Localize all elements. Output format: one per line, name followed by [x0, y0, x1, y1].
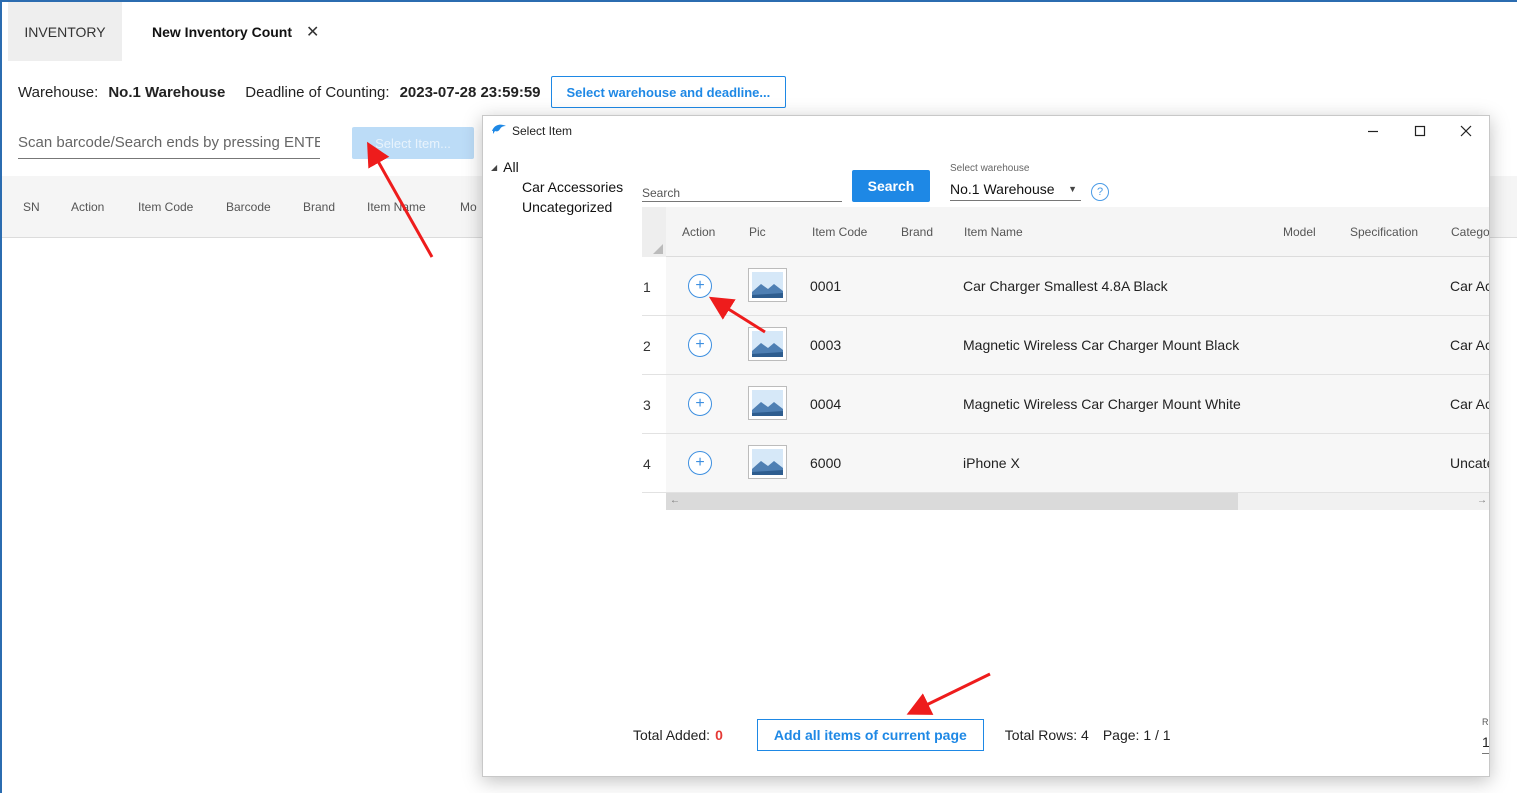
dialog-title-bar[interactable]: Select Item [483, 116, 1489, 146]
image-placeholder-icon [748, 445, 787, 479]
item-name: Car Charger Smallest 4.8A Black [963, 278, 1168, 294]
item-grid: Action Pic Item Code Brand Item Name Mod… [642, 207, 1490, 510]
item-name: iPhone X [963, 455, 1020, 471]
column-header-item-code: Item Code [138, 200, 194, 214]
item-name: Magnetic Wireless Car Charger Mount Blac… [963, 337, 1240, 353]
deadline-label: Deadline of Counting: [245, 83, 390, 101]
item-code: 0003 [810, 337, 842, 353]
close-icon[interactable] [1453, 120, 1479, 142]
dialog-footer: Total Added: 0 Add all items of current … [633, 719, 1171, 751]
grid-corner[interactable] [642, 207, 666, 257]
scroll-left-icon[interactable]: ← [670, 495, 680, 506]
rows-per-page-input[interactable]: 1 [1482, 734, 1489, 754]
collapse-caret-icon[interactable]: ◢ [491, 163, 497, 172]
rows-per-page-label: R [1482, 717, 1489, 727]
item-category: Car Ac [1450, 337, 1490, 353]
column-header-barcode: Barcode [226, 200, 271, 214]
warehouse-value: No.1 Warehouse [108, 83, 226, 101]
dialog-title: Select Item [512, 124, 573, 138]
add-item-icon[interactable]: + [688, 451, 712, 475]
grid-header-action: Action [682, 225, 716, 239]
tree-item-all-label: All [503, 159, 519, 175]
item-code: 0001 [810, 278, 842, 294]
deadline-value: 2023-07-28 23:59:59 [399, 83, 541, 101]
table-row[interactable]: 3 + 0004 Magnetic Wireless Car Charger M… [642, 375, 1490, 434]
row-number: 3 [643, 397, 651, 413]
warehouse-row: Warehouse: No.1 Warehouse Deadline of Co… [18, 76, 787, 108]
grid-header: Action Pic Item Code Brand Item Name Mod… [642, 207, 1490, 257]
row-number: 1 [643, 279, 651, 295]
category-tree: ◢ All Car Accessories Uncategorized [491, 159, 623, 215]
column-header-item-name: Item Name [367, 200, 426, 214]
add-all-items-button[interactable]: Add all items of current page [756, 719, 984, 751]
maximize-icon[interactable] [1407, 120, 1433, 142]
add-item-icon[interactable]: + [688, 333, 712, 357]
help-icon[interactable]: ? [1091, 183, 1109, 201]
app-window: INVENTORY New Inventory Count ✕ Warehous… [0, 0, 1517, 793]
total-added-value: 0 [715, 727, 723, 743]
total-added-label: Total Added: [633, 727, 711, 743]
image-placeholder-icon [748, 268, 787, 302]
warehouse-select-value: No.1 Warehouse [950, 180, 1055, 197]
warehouse-select[interactable]: No.1 Warehouse ▼ [950, 177, 1081, 201]
select-warehouse-label: Select warehouse [950, 163, 1030, 174]
close-tab-icon[interactable]: ✕ [306, 22, 319, 42]
scroll-right-icon[interactable]: → [1477, 495, 1487, 506]
item-code: 6000 [810, 455, 842, 471]
item-category: Car Ac [1450, 396, 1490, 412]
tree-item-all[interactable]: ◢ All [491, 159, 623, 175]
column-header-model: Mo [460, 200, 477, 214]
row-number: 4 [643, 456, 651, 472]
page-info: Page: 1 / 1 [1102, 727, 1171, 743]
select-item-dialog: Select Item ◢ All Car Accessories Uncate… [482, 115, 1490, 777]
grid-header-pic: Pic [749, 225, 766, 239]
add-item-icon[interactable]: + [688, 274, 712, 298]
scan-barcode-input[interactable] [18, 127, 320, 159]
search-button[interactable]: Search [852, 170, 930, 202]
scrollbar-thumb[interactable] [666, 493, 1238, 510]
grid-header-brand: Brand [901, 225, 934, 239]
grid-header-category: Catego [1451, 225, 1490, 239]
grid-header-item-name: Item Name [964, 225, 1023, 239]
horizontal-scrollbar[interactable]: ← → [666, 493, 1489, 510]
chevron-down-icon: ▼ [1068, 183, 1077, 194]
tree-item-uncategorized[interactable]: Uncategorized [522, 199, 623, 215]
tab-new-inventory-count[interactable]: New Inventory Count ✕ [140, 2, 319, 61]
column-header-brand: Brand [303, 200, 336, 214]
item-name: Magnetic Wireless Car Charger Mount Whit… [963, 396, 1241, 412]
table-row[interactable]: 4 + 6000 iPhone X Uncate [642, 434, 1490, 493]
column-header-action: Action [71, 200, 105, 214]
warehouse-label: Warehouse: [18, 83, 99, 101]
column-header-sn: SN [23, 200, 40, 214]
tree-item-car-accessories[interactable]: Car Accessories [522, 179, 623, 195]
add-item-icon[interactable]: + [688, 392, 712, 416]
total-rows: Total Rows: 4 [1004, 727, 1089, 743]
item-category: Uncate [1450, 455, 1490, 471]
grid-header-specification: Specification [1350, 225, 1419, 239]
tab-bar: INVENTORY New Inventory Count ✕ [2, 2, 1517, 61]
minimize-icon[interactable] [1360, 120, 1386, 142]
select-item-button[interactable]: Select Item... [352, 127, 474, 159]
app-logo-icon [491, 122, 507, 139]
table-row[interactable]: 1 + 0001 Car Charger Smallest 4.8A Black… [642, 257, 1490, 316]
tab-new-inventory-count-label: New Inventory Count [152, 23, 293, 40]
grid-header-model: Model [1283, 225, 1316, 239]
select-warehouse-deadline-button[interactable]: Select warehouse and deadline... [550, 76, 787, 108]
table-row[interactable]: 2 + 0003 Magnetic Wireless Car Charger M… [642, 316, 1490, 375]
image-placeholder-icon [748, 386, 787, 420]
scan-row: Select Item... [18, 127, 474, 159]
item-category: Car Ac [1450, 278, 1490, 294]
image-placeholder-icon [748, 327, 787, 361]
search-input[interactable] [642, 180, 842, 202]
grid-header-item-code: Item Code [812, 225, 868, 239]
item-code: 0004 [810, 396, 842, 412]
row-number: 2 [643, 338, 651, 354]
tab-inventory[interactable]: INVENTORY [8, 2, 122, 61]
